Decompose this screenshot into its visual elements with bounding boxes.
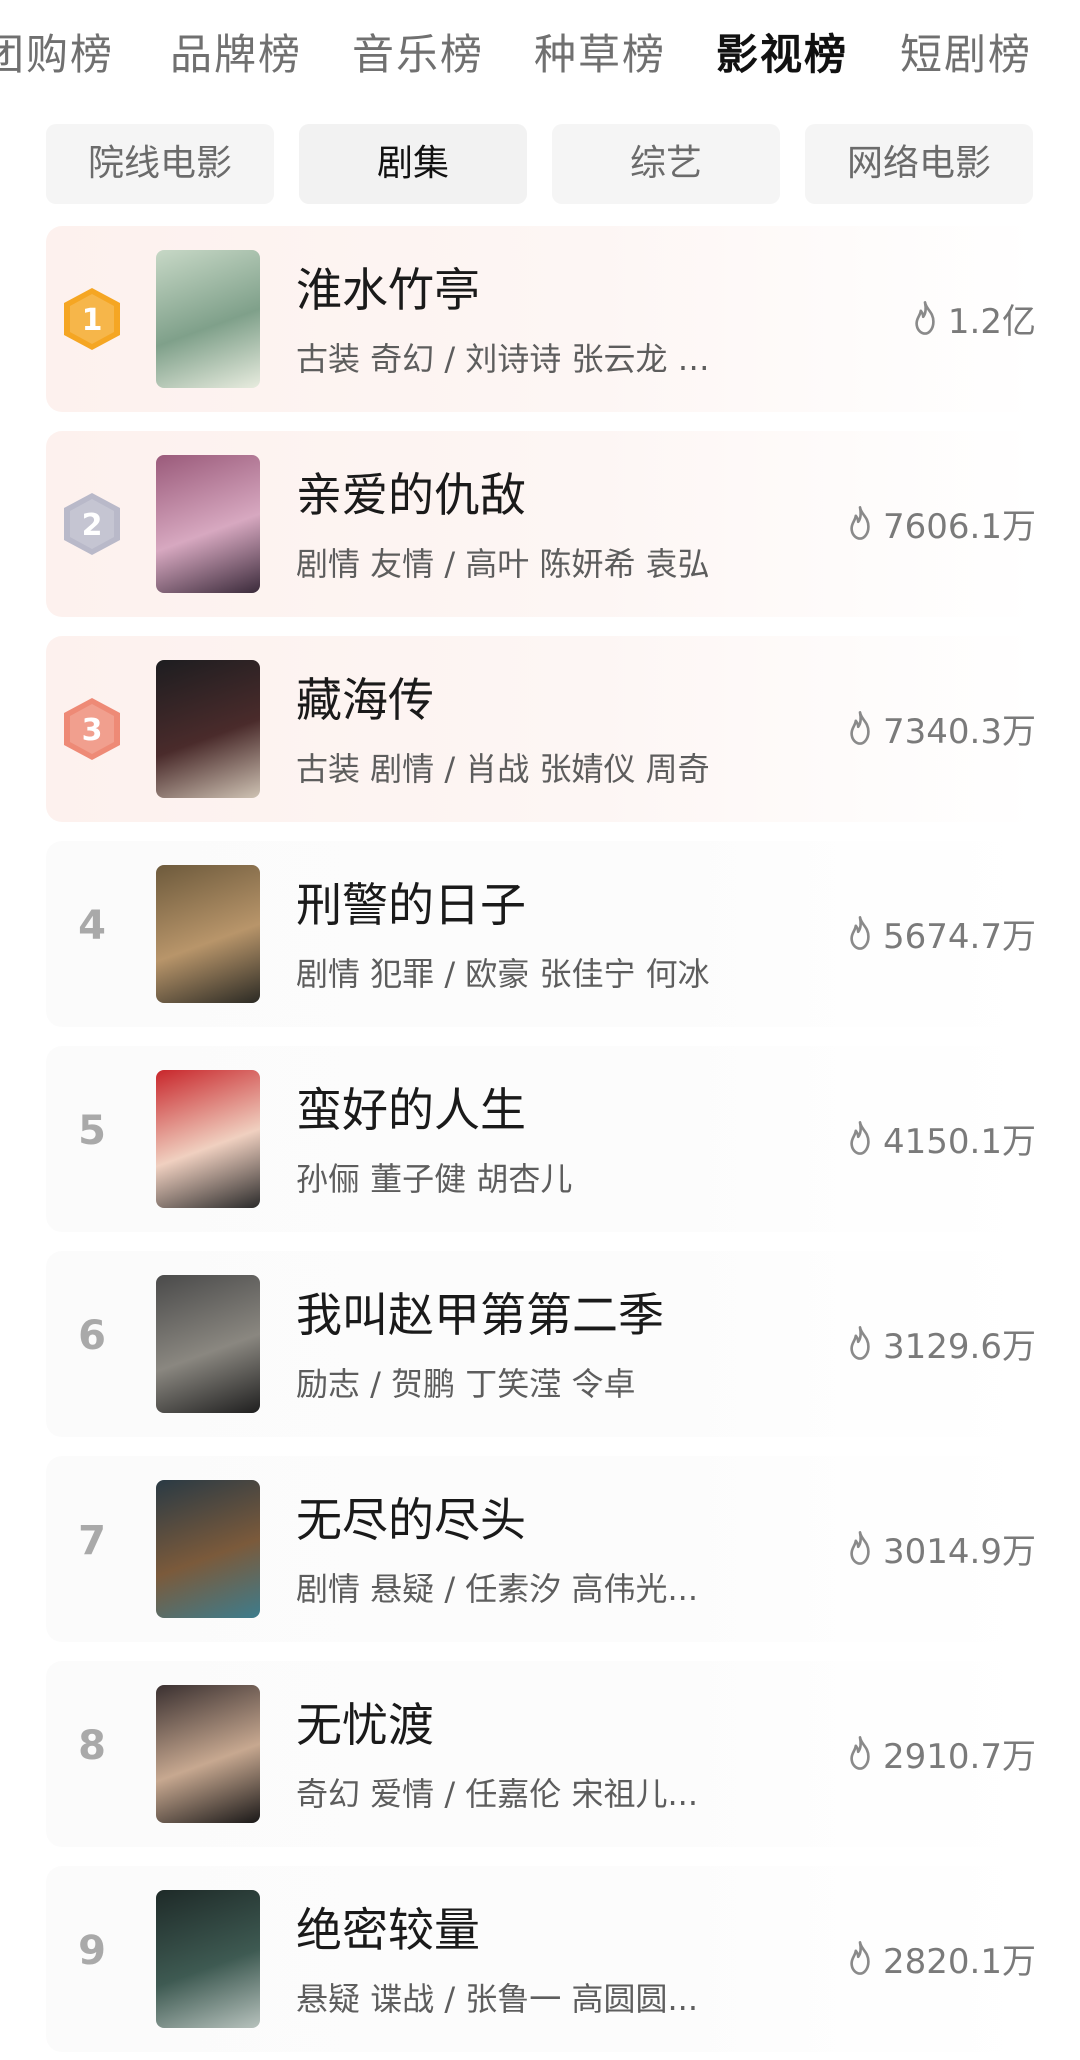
show-genre-cast: 剧情 悬疑 / 任素汐 高伟光...	[296, 1570, 698, 1608]
show-genre-cast: 孙俪 董子健 胡杏儿	[296, 1160, 573, 1198]
rank-number: 8	[78, 1723, 106, 1769]
tab-seeding[interactable]: 种草榜	[534, 22, 666, 88]
heat-number: 1.2亿	[947, 301, 1036, 342]
poster-thumbnail[interactable]	[156, 1070, 260, 1208]
tab-film-tv[interactable]: 影视榜	[716, 22, 848, 88]
heat-value: 3014.9万	[776, 1520, 1036, 1576]
rank-number: 7	[78, 1518, 106, 1564]
tab-brand[interactable]: 品牌榜	[170, 22, 302, 88]
svg-text:2: 2	[82, 508, 103, 543]
ranking-row[interactable]: 7 无尽的尽头剧情 悬疑 / 任素汐 高伟光... 3014.9万	[46, 1456, 1036, 1642]
show-title[interactable]: 刑警的日子	[296, 869, 526, 935]
heat-value: 3129.6万	[776, 1315, 1036, 1371]
flame-icon	[850, 1326, 870, 1360]
heat-value: 1.2亿	[776, 290, 1036, 346]
subtab-cinema-movies[interactable]: 院线电影	[46, 124, 274, 204]
show-title[interactable]: 亲爱的仇敌	[296, 459, 526, 525]
show-title[interactable]: 蛮好的人生	[296, 1074, 526, 1140]
ranking-row[interactable]: 4 刑警的日子剧情 犯罪 / 欧豪 张佳宁 何冰 5674.7万	[46, 841, 1036, 1027]
show-genre-cast: 奇幻 爱情 / 任嘉伦 宋祖儿...	[296, 1775, 698, 1813]
show-title[interactable]: 无忧渡	[296, 1689, 434, 1755]
show-genre-cast: 古装 剧情 / 肖战 张婧仪 周奇	[296, 750, 710, 788]
ranking-row[interactable]: 3 藏海传古装 剧情 / 肖战 张婧仪 周奇 7340.3万	[46, 636, 1036, 822]
heat-number: 2820.1万	[883, 1941, 1036, 1982]
heat-value: 5674.7万	[776, 905, 1036, 961]
show-genre-cast: 古装 奇幻 / 刘诗诗 张云龙 吴宣仪	[296, 340, 736, 378]
subtab-series[interactable]: 剧集	[299, 124, 527, 204]
heat-value: 4150.1万	[776, 1110, 1036, 1166]
flame-icon	[850, 1531, 870, 1565]
rank-number: 5	[78, 1108, 106, 1154]
flame-icon	[915, 301, 935, 335]
flame-icon	[850, 711, 870, 745]
heat-number: 2910.7万	[883, 1736, 1036, 1777]
poster-thumbnail[interactable]	[156, 455, 260, 593]
poster-thumbnail[interactable]	[156, 660, 260, 798]
svg-text:3: 3	[82, 713, 103, 748]
tab-group-buy[interactable]: 团购榜	[0, 22, 114, 88]
show-title[interactable]: 无尽的尽头	[296, 1484, 526, 1550]
rank-number: 9	[78, 1928, 106, 1974]
heat-number: 4150.1万	[883, 1121, 1036, 1162]
show-genre-cast: 剧情 犯罪 / 欧豪 张佳宁 何冰	[296, 955, 710, 993]
poster-thumbnail[interactable]	[156, 1685, 260, 1823]
show-title[interactable]: 绝密较量	[296, 1894, 480, 1960]
show-genre-cast: 悬疑 谍战 / 张鲁一 高圆圆...	[296, 1980, 698, 2018]
heat-value: 7606.1万	[776, 495, 1036, 551]
flame-icon	[850, 1121, 870, 1155]
rank-badge-gold: 1	[56, 284, 128, 354]
tab-short-drama[interactable]: 短剧榜	[900, 22, 1032, 88]
rank-badge-silver: 2	[56, 489, 128, 559]
show-title[interactable]: 我叫赵甲第第二季	[296, 1279, 664, 1345]
svg-text:1: 1	[82, 303, 103, 338]
tab-music[interactable]: 音乐榜	[352, 22, 484, 88]
flame-icon	[850, 506, 870, 540]
ranking-row[interactable]: 5 蛮好的人生孙俪 董子健 胡杏儿 4150.1万	[46, 1046, 1036, 1232]
heat-value: 2820.1万	[776, 1930, 1036, 1986]
show-genre-cast: 励志 / 贺鹏 丁笑滢 令卓	[296, 1365, 636, 1403]
top-category-tabs: 团购榜 品牌榜 音乐榜 种草榜 影视榜 短剧榜	[0, 0, 1080, 110]
subtab-variety[interactable]: 综艺	[552, 124, 780, 204]
ranking-row[interactable]: 9 绝密较量悬疑 谍战 / 张鲁一 高圆圆... 2820.1万	[46, 1866, 1036, 2052]
heat-value: 7340.3万	[776, 700, 1036, 756]
poster-thumbnail[interactable]	[156, 250, 260, 388]
rank-badge-bronze: 3	[56, 694, 128, 764]
rank-number: 6	[78, 1313, 106, 1359]
ranking-row[interactable]: 8 无忧渡奇幻 爱情 / 任嘉伦 宋祖儿... 2910.7万	[46, 1661, 1036, 1847]
heat-value: 2910.7万	[776, 1725, 1036, 1781]
flame-icon	[850, 1941, 870, 1975]
flame-icon	[850, 1736, 870, 1770]
poster-thumbnail[interactable]	[156, 1480, 260, 1618]
show-title[interactable]: 淮水竹亭	[296, 254, 480, 320]
ranking-row[interactable]: 2 亲爱的仇敌剧情 友情 / 高叶 陈妍希 袁弘 7606.1万	[46, 431, 1036, 617]
poster-thumbnail[interactable]	[156, 1890, 260, 2028]
heat-number: 3129.6万	[883, 1326, 1036, 1367]
heat-number: 7340.3万	[883, 711, 1036, 752]
heat-number: 7606.1万	[883, 506, 1036, 547]
flame-icon	[850, 916, 870, 950]
rank-number: 4	[78, 903, 106, 949]
ranking-row[interactable]: 1 淮水竹亭古装 奇幻 / 刘诗诗 张云龙 吴宣仪 1.2亿	[46, 226, 1036, 412]
heat-number: 5674.7万	[883, 916, 1036, 957]
poster-thumbnail[interactable]	[156, 865, 260, 1003]
show-title[interactable]: 藏海传	[296, 664, 434, 730]
heat-number: 3014.9万	[883, 1531, 1036, 1572]
subtab-web-movies[interactable]: 网络电影	[805, 124, 1033, 204]
ranking-row[interactable]: 6 我叫赵甲第第二季励志 / 贺鹏 丁笑滢 令卓 3129.6万	[46, 1251, 1036, 1437]
show-genre-cast: 剧情 友情 / 高叶 陈妍希 袁弘	[296, 545, 710, 583]
poster-thumbnail[interactable]	[156, 1275, 260, 1413]
